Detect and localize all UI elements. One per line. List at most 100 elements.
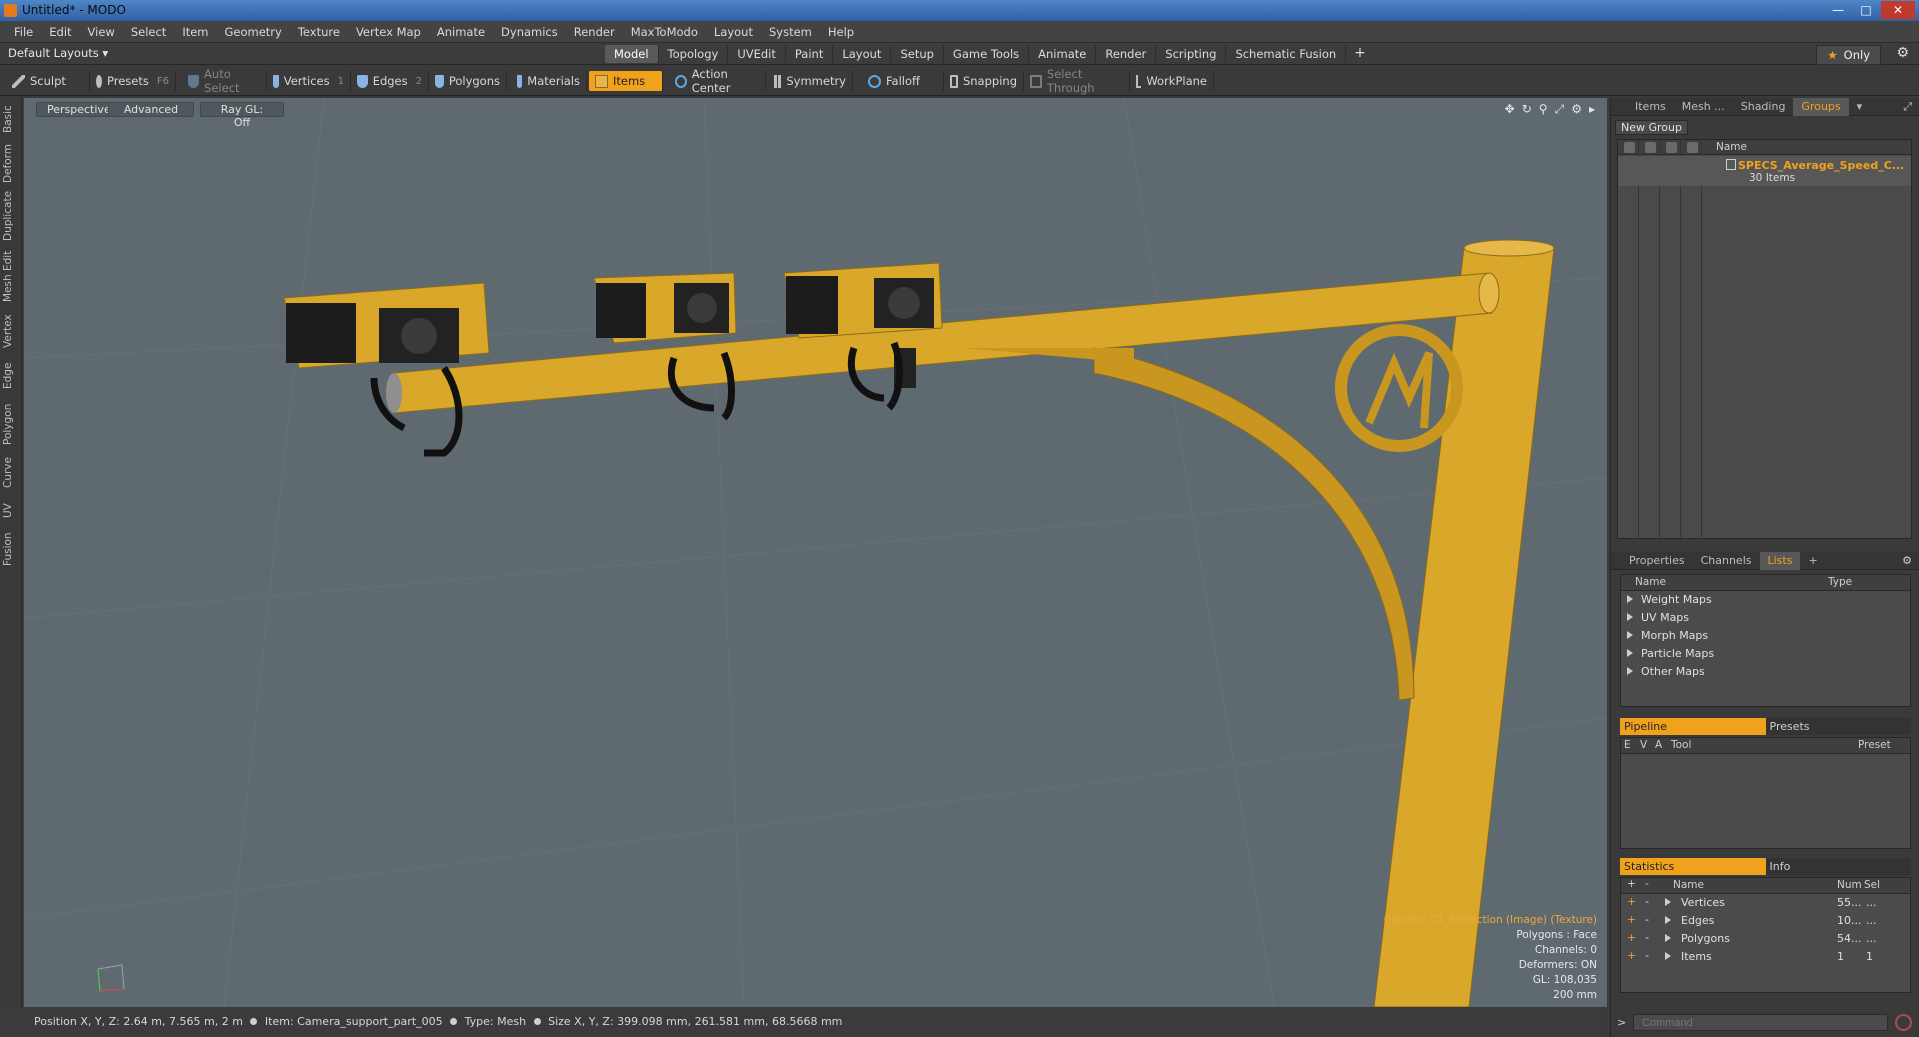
workplane-button[interactable]: WorkPlane — [1130, 71, 1214, 91]
expand-triangle-icon[interactable] — [1627, 631, 1633, 639]
viewport-gear-icon[interactable]: ⚙ — [1571, 102, 1582, 117]
add-icon[interactable]: + — [1627, 878, 1636, 890]
expand-icon[interactable]: ⤢ — [1903, 100, 1919, 114]
expand-triangle-icon[interactable] — [1627, 613, 1633, 621]
add-icon[interactable]: + — [1627, 949, 1636, 962]
falloff-button[interactable]: Falloff — [862, 71, 944, 91]
symmetry-button[interactable]: Symmetry — [768, 71, 853, 91]
menu-layout[interactable]: Layout — [706, 25, 761, 39]
items-button[interactable]: Items — [589, 71, 663, 91]
add-icon[interactable]: + — [1627, 931, 1636, 944]
vtab-curve[interactable]: Curve — [2, 455, 20, 491]
edges-button[interactable]: Edges 2 — [351, 71, 429, 91]
expand-triangle-icon[interactable] — [1627, 595, 1633, 603]
tab-model[interactable]: Model — [605, 45, 659, 63]
gear-icon[interactable]: ⚙ — [1896, 45, 1909, 61]
vtab-basic[interactable]: Basic — [2, 103, 20, 135]
list-item[interactable]: Other Maps — [1621, 663, 1910, 681]
close-icon[interactable]: ✕ — [1881, 1, 1915, 19]
tab-layout[interactable]: Layout — [833, 45, 892, 63]
vtab-fusion[interactable]: Fusion — [2, 529, 20, 569]
vtab-uv[interactable]: UV — [2, 499, 20, 523]
menu-maxtomodo[interactable]: MaxToModo — [623, 25, 706, 39]
shading-mode-button[interactable]: Advanced — [108, 102, 194, 117]
new-group-button[interactable]: New Group — [1615, 120, 1688, 135]
menu-view[interactable]: View — [80, 25, 123, 39]
viewport-scene[interactable] — [24, 98, 1607, 1007]
rotate-view-icon[interactable]: ↻ — [1522, 102, 1532, 117]
maximize-icon[interactable]: □ — [1853, 1, 1879, 19]
expand-triangle-icon[interactable] — [1665, 952, 1671, 960]
menu-animate[interactable]: Animate — [429, 25, 493, 39]
tab-uvedit[interactable]: UVEdit — [728, 45, 786, 63]
3d-viewport[interactable]: Perspective Advanced Ray GL: Off ✥ ↻ ⚲ ⤢… — [24, 98, 1607, 1007]
presets-button[interactable]: Presets F6 — [90, 71, 176, 91]
tab-info[interactable]: Info — [1766, 858, 1912, 875]
move-view-icon[interactable]: ✥ — [1505, 102, 1515, 117]
list-item[interactable]: UV Maps — [1621, 609, 1910, 627]
table-row[interactable]: + - Items 1 1 — [1621, 948, 1910, 966]
remove-icon[interactable]: - — [1645, 913, 1649, 926]
expand-triangle-icon[interactable] — [1665, 916, 1671, 924]
tab-presets[interactable]: Presets — [1766, 718, 1912, 735]
command-input[interactable] — [1633, 1014, 1888, 1031]
menu-dynamics[interactable]: Dynamics — [493, 25, 566, 39]
add-icon[interactable]: + — [1627, 913, 1636, 926]
expand-triangle-icon[interactable] — [1627, 649, 1633, 657]
tab-channels[interactable]: Channels — [1693, 552, 1760, 570]
vtab-mesh-edit[interactable]: Mesh Edit — [2, 249, 20, 303]
remove-icon[interactable]: - — [1645, 878, 1649, 890]
materials-button[interactable]: Materials — [511, 71, 587, 91]
tab-statistics[interactable]: Statistics — [1620, 858, 1766, 875]
tab-properties[interactable]: Properties — [1611, 552, 1693, 570]
list-item[interactable]: Morph Maps — [1621, 627, 1910, 645]
tab-scripting[interactable]: Scripting — [1156, 45, 1227, 63]
sculpt-button[interactable]: Sculpt — [6, 71, 90, 91]
remove-icon[interactable]: - — [1645, 949, 1649, 962]
table-row[interactable]: + - Edges 10... ... — [1621, 912, 1910, 930]
vtab-duplicate[interactable]: Duplicate — [2, 191, 20, 241]
list-item[interactable]: Particle Maps — [1621, 645, 1910, 663]
menu-system[interactable]: System — [761, 25, 820, 39]
menu-select[interactable]: Select — [123, 25, 174, 39]
add-tab-icon[interactable]: + — [1346, 45, 1374, 63]
expand-triangle-icon[interactable] — [1665, 934, 1671, 942]
expand-triangle-icon[interactable] — [1665, 898, 1671, 906]
tab-items[interactable]: Items — [1611, 98, 1674, 116]
menu-help[interactable]: Help — [820, 25, 862, 39]
tab-topology[interactable]: Topology — [659, 45, 729, 63]
vtab-vertex[interactable]: Vertex — [2, 311, 20, 351]
menu-item[interactable]: Item — [174, 25, 216, 39]
tab-render[interactable]: Render — [1096, 45, 1157, 63]
tab-paint[interactable]: Paint — [786, 45, 834, 63]
menu-file[interactable]: File — [6, 25, 41, 39]
snapping-button[interactable]: Snapping — [944, 71, 1024, 91]
polygons-button[interactable]: Polygons — [429, 71, 507, 91]
table-row[interactable]: + - Polygons 54... ... — [1621, 930, 1910, 948]
remove-icon[interactable]: - — [1645, 931, 1649, 944]
action-center-button[interactable]: Action Center — [669, 67, 766, 95]
minimize-icon[interactable]: — — [1825, 1, 1851, 19]
add-tab-icon[interactable]: + — [1800, 552, 1825, 570]
tab-lists[interactable]: Lists — [1759, 551, 1801, 570]
menu-edit[interactable]: Edit — [41, 25, 79, 39]
group-row[interactable]: SPECS_Average_Speed_C... 30 Items — [1618, 156, 1911, 186]
menu-geometry[interactable]: Geometry — [217, 25, 290, 39]
menu-render[interactable]: Render — [566, 25, 623, 39]
vtab-polygon[interactable]: Polygon — [2, 401, 20, 447]
vtab-edge[interactable]: Edge — [2, 359, 20, 393]
menu-texture[interactable]: Texture — [290, 25, 348, 39]
auto-select-button[interactable]: Auto Select — [182, 67, 267, 95]
expand-triangle-icon[interactable] — [1627, 667, 1633, 675]
raygl-button[interactable]: Ray GL: Off — [200, 102, 284, 129]
tab-setup[interactable]: Setup — [891, 45, 944, 63]
list-item[interactable]: Weight Maps — [1621, 591, 1910, 609]
panel-gear-icon[interactable]: ⚙ — [1902, 554, 1919, 567]
tab-mesh[interactable]: Mesh ... — [1674, 98, 1733, 116]
tab-shading[interactable]: Shading — [1733, 98, 1794, 116]
tab-pipeline[interactable]: Pipeline — [1620, 718, 1766, 735]
fit-view-icon[interactable]: ⤢ — [1555, 102, 1565, 117]
menu-vertex-map[interactable]: Vertex Map — [348, 25, 429, 39]
table-row[interactable]: + - Vertices 55... ... — [1621, 894, 1910, 912]
tab-groups[interactable]: Groups — [1793, 97, 1849, 116]
